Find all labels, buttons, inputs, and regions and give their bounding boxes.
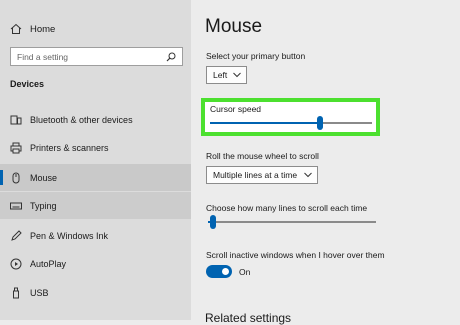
chevron-down-icon — [304, 172, 312, 178]
sidebar-item-label: Printers & scanners — [30, 142, 109, 153]
nav-home[interactable]: Home — [10, 21, 55, 37]
pen-icon — [11, 229, 22, 241]
keyboard-icon — [10, 202, 22, 209]
sidebar-item-label: AutoPlay — [30, 258, 67, 269]
inactive-scroll-state: On — [239, 267, 251, 277]
inactive-scroll-label: Scroll inactive windows when I hover ove… — [206, 250, 385, 260]
chevron-down-icon — [233, 72, 241, 78]
cursor-speed-slider[interactable] — [210, 116, 372, 130]
wheel-dropdown[interactable]: Multiple lines at a time — [206, 166, 318, 184]
sidebar-item-autoplay[interactable]: AutoPlay — [0, 250, 191, 277]
wheel-value: Multiple lines at a time — [213, 170, 298, 180]
mouse-icon — [12, 172, 20, 183]
primary-button-value: Left — [213, 70, 228, 80]
related-settings-heading: Related settings — [205, 311, 292, 325]
search-icon — [166, 52, 176, 62]
lines-slider[interactable] — [208, 215, 376, 229]
cursor-speed-label: Cursor speed — [210, 104, 262, 114]
section-heading: Devices — [10, 79, 45, 89]
wheel-label: Roll the mouse wheel to scroll — [206, 151, 319, 161]
sidebar-item-label: Typing — [30, 200, 57, 211]
home-icon — [10, 23, 22, 34]
lines-thumb[interactable] — [210, 215, 216, 229]
usb-icon — [13, 287, 19, 298]
bluetooth-icon — [10, 115, 22, 124]
page-title: Mouse — [205, 16, 263, 37]
sidebar-item-label: Mouse — [30, 172, 58, 183]
search-placeholder: Find a setting — [17, 51, 69, 62]
sidebar-item-label: Pen & Windows Ink — [30, 230, 109, 241]
sidebar-item-label: Bluetooth & other devices — [30, 114, 133, 125]
sidebar-item-bluetooth[interactable]: Bluetooth & other devices — [0, 106, 191, 133]
sidebar-item-typing[interactable]: Typing — [0, 192, 191, 219]
sidebar-item-label: USB — [30, 287, 49, 298]
primary-button-dropdown[interactable]: Left — [206, 66, 247, 84]
autoplay-icon — [10, 258, 22, 269]
main-panel: Mouse Select your primary button Left Cu… — [191, 0, 460, 325]
cursor-speed-highlight: Cursor speed — [201, 98, 380, 136]
toggle-knob — [222, 268, 229, 275]
sidebar-item-usb[interactable]: USB — [0, 279, 191, 306]
printer-icon — [10, 142, 22, 153]
inactive-scroll-toggle[interactable] — [206, 265, 232, 278]
sidebar-item-mouse[interactable]: Mouse — [0, 164, 191, 191]
sidebar-item-pen[interactable]: Pen & Windows Ink — [0, 222, 191, 249]
sidebar-item-printers[interactable]: Printers & scanners — [0, 134, 191, 161]
primary-button-label: Select your primary button — [206, 51, 306, 61]
search-input[interactable]: Find a setting — [10, 47, 183, 66]
lines-label: Choose how many lines to scroll each tim… — [206, 203, 368, 213]
cursor-speed-fill — [210, 122, 320, 124]
cursor-speed-thumb[interactable] — [317, 116, 323, 130]
home-label: Home — [30, 23, 56, 35]
sidebar: Home Find a setting Devices Bluetooth & … — [0, 0, 191, 320]
